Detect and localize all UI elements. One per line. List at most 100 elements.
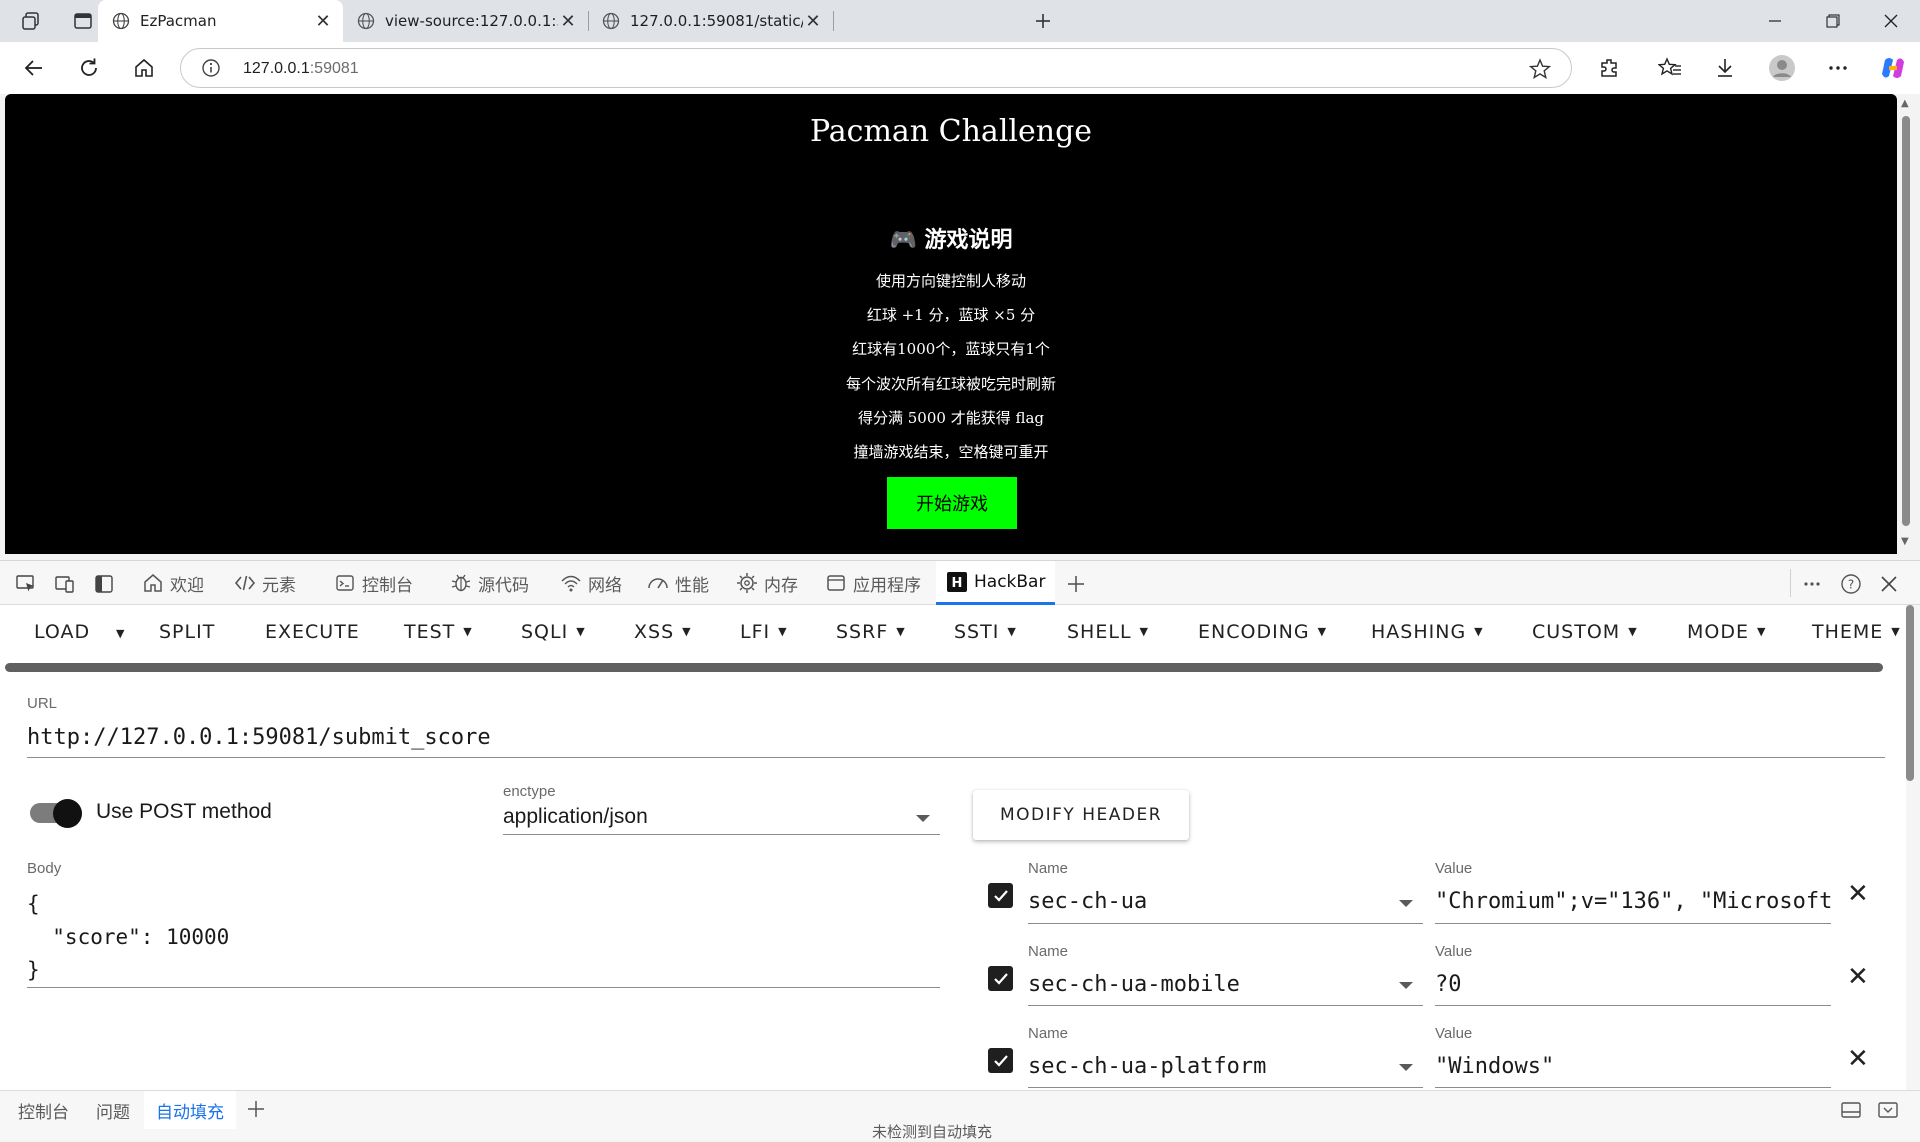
- header-name-dropdown-icon[interactable]: [1399, 900, 1413, 907]
- url-input[interactable]: http://127.0.0.1:59081/submit_score: [27, 725, 491, 750]
- minimize-button[interactable]: [1746, 0, 1804, 42]
- tab-console[interactable]: 控制台: [334, 561, 413, 605]
- star-icon[interactable]: [1528, 58, 1552, 84]
- device-emulation-icon[interactable]: [53, 572, 77, 596]
- download-icon[interactable]: [1709, 52, 1741, 84]
- tab-network[interactable]: 网络: [560, 561, 622, 605]
- favorites-icon[interactable]: [1654, 52, 1686, 84]
- vertical-tabs-icon[interactable]: [70, 8, 96, 34]
- menu-encoding[interactable]: ENCODING ▼: [1198, 621, 1327, 643]
- toggle-knob[interactable]: [53, 799, 82, 828]
- gauge-icon: [647, 572, 669, 594]
- drawer-tab-issues[interactable]: 问题: [86, 1091, 140, 1129]
- hackbar-horizontal-scrollbar[interactable]: [5, 663, 1883, 672]
- url-text[interactable]: 127.0.0.1:59081: [243, 60, 359, 78]
- tab-hackbar[interactable]: H HackBar: [936, 561, 1056, 605]
- more-menu-icon[interactable]: [1822, 52, 1854, 84]
- body-label: Body: [27, 860, 62, 877]
- load-dropdown-caret[interactable]: ▼: [116, 627, 125, 640]
- body-textarea[interactable]: { "score": 10000}: [27, 888, 229, 987]
- header-name-dropdown-icon[interactable]: [1399, 982, 1413, 989]
- scroll-down-arrow[interactable]: ▼: [1901, 536, 1909, 547]
- menu-hashing[interactable]: HASHING ▼: [1371, 621, 1484, 643]
- back-button[interactable]: [18, 52, 50, 84]
- header-name-dropdown-icon[interactable]: [1399, 1064, 1413, 1071]
- gamepad-icon: 🎮: [889, 227, 917, 253]
- menu-test[interactable]: TEST ▼: [404, 621, 473, 643]
- remove-header-icon[interactable]: ✕: [1847, 962, 1869, 992]
- menu-custom[interactable]: CUSTOM ▼: [1532, 621, 1638, 643]
- menu-label: HASHING: [1371, 621, 1467, 643]
- new-tab-button[interactable]: [1030, 8, 1056, 34]
- header-checkbox[interactable]: [988, 883, 1013, 908]
- extensions-icon[interactable]: [1594, 52, 1626, 84]
- address-bar[interactable]: 127.0.0.1:59081: [180, 48, 1572, 88]
- remove-header-icon[interactable]: ✕: [1847, 1044, 1869, 1074]
- menu-ssti[interactable]: SSTI ▼: [954, 621, 1017, 643]
- header-value-input[interactable]: "Chromium";v="136", "Microsoft: [1435, 889, 1831, 914]
- menu-mode[interactable]: MODE ▼: [1687, 621, 1766, 643]
- header-checkbox[interactable]: [988, 1048, 1013, 1073]
- close-devtools-icon[interactable]: [1877, 572, 1901, 596]
- restore-button[interactable]: [1804, 0, 1862, 42]
- header-checkbox[interactable]: [988, 966, 1013, 991]
- drawer-tab-autofill[interactable]: 自动填充: [144, 1091, 236, 1129]
- tab-ezpacman[interactable]: EzPacman ✕: [98, 0, 343, 42]
- tab-welcome[interactable]: 欢迎: [142, 561, 204, 605]
- header-name-input[interactable]: sec-ch-ua-platform: [1028, 1054, 1408, 1079]
- url-underline: [27, 757, 1885, 758]
- hackbar-scroll-thumb[interactable]: [1906, 605, 1914, 781]
- enctype-dropdown-icon[interactable]: [916, 815, 930, 822]
- close-icon[interactable]: ✕: [313, 11, 333, 32]
- add-tool-icon[interactable]: [1064, 572, 1088, 596]
- tab-game-js[interactable]: 127.0.0.1:59081/static/game.js ✕: [588, 0, 833, 42]
- tab-application[interactable]: 应用程序: [825, 561, 921, 605]
- close-drawer-icon[interactable]: [1877, 1100, 1899, 1124]
- add-drawer-tab-icon[interactable]: [246, 1099, 266, 1123]
- menu-load[interactable]: LOAD: [34, 621, 90, 643]
- more-icon[interactable]: [1800, 572, 1824, 596]
- workspaces-icon[interactable]: [18, 8, 44, 34]
- modify-header-button[interactable]: MODIFY HEADER: [973, 790, 1189, 840]
- copilot-icon[interactable]: [1877, 52, 1909, 84]
- menu-split[interactable]: SPLIT: [159, 621, 215, 643]
- page-scrollbar[interactable]: ▲ ▼: [1897, 94, 1915, 554]
- header-name-input[interactable]: sec-ch-ua: [1028, 889, 1408, 914]
- menu-execute[interactable]: EXECUTE: [265, 621, 360, 643]
- drawer-tab-console[interactable]: 控制台: [8, 1091, 79, 1129]
- menu-xss[interactable]: XSS ▼: [634, 621, 692, 643]
- start-game-button[interactable]: 开始游戏: [887, 477, 1017, 529]
- tab-memory[interactable]: 内存: [736, 561, 798, 605]
- tab-elements[interactable]: 元素: [234, 561, 296, 605]
- close-icon[interactable]: ✕: [558, 11, 578, 32]
- body-line: {: [27, 892, 40, 916]
- profile-avatar-icon[interactable]: [1766, 52, 1798, 84]
- page-scroll-thumb[interactable]: [1902, 116, 1910, 526]
- reload-button[interactable]: [73, 52, 105, 84]
- close-icon[interactable]: ✕: [803, 11, 823, 32]
- scroll-up-arrow[interactable]: ▲: [1901, 98, 1909, 109]
- menu-ssrf[interactable]: SSRF ▼: [836, 621, 906, 643]
- enctype-label: enctype: [503, 783, 556, 800]
- dock-side-icon[interactable]: [92, 572, 116, 596]
- menu-sqli[interactable]: SQLI ▼: [521, 621, 586, 643]
- header-value-input[interactable]: ?0: [1435, 972, 1831, 997]
- header-value-input[interactable]: "Windows": [1435, 1054, 1831, 1079]
- home-button[interactable]: [128, 52, 160, 84]
- info-icon[interactable]: [201, 58, 221, 82]
- menu-lfi[interactable]: LFI ▼: [740, 621, 788, 643]
- enctype-select[interactable]: application/json: [503, 805, 648, 829]
- inspect-icon[interactable]: [14, 572, 38, 596]
- menu-shell[interactable]: SHELL ▼: [1067, 621, 1149, 643]
- header-name-input[interactable]: sec-ch-ua-mobile: [1028, 972, 1408, 997]
- dock-drawer-icon[interactable]: [1840, 1100, 1862, 1124]
- tab-sources[interactable]: 源代码: [450, 561, 529, 605]
- tab-performance[interactable]: 性能: [647, 561, 709, 605]
- help-icon[interactable]: ?: [1839, 572, 1863, 596]
- tab-view-source[interactable]: view-source:127.0.0.1:59081 ✕: [343, 0, 588, 42]
- instructions-title: 游戏说明: [924, 227, 1013, 253]
- remove-header-icon[interactable]: ✕: [1847, 879, 1869, 909]
- menu-theme[interactable]: THEME ▼: [1812, 621, 1901, 643]
- header-name-underline: [1028, 1005, 1423, 1006]
- close-window-button[interactable]: [1862, 0, 1920, 42]
